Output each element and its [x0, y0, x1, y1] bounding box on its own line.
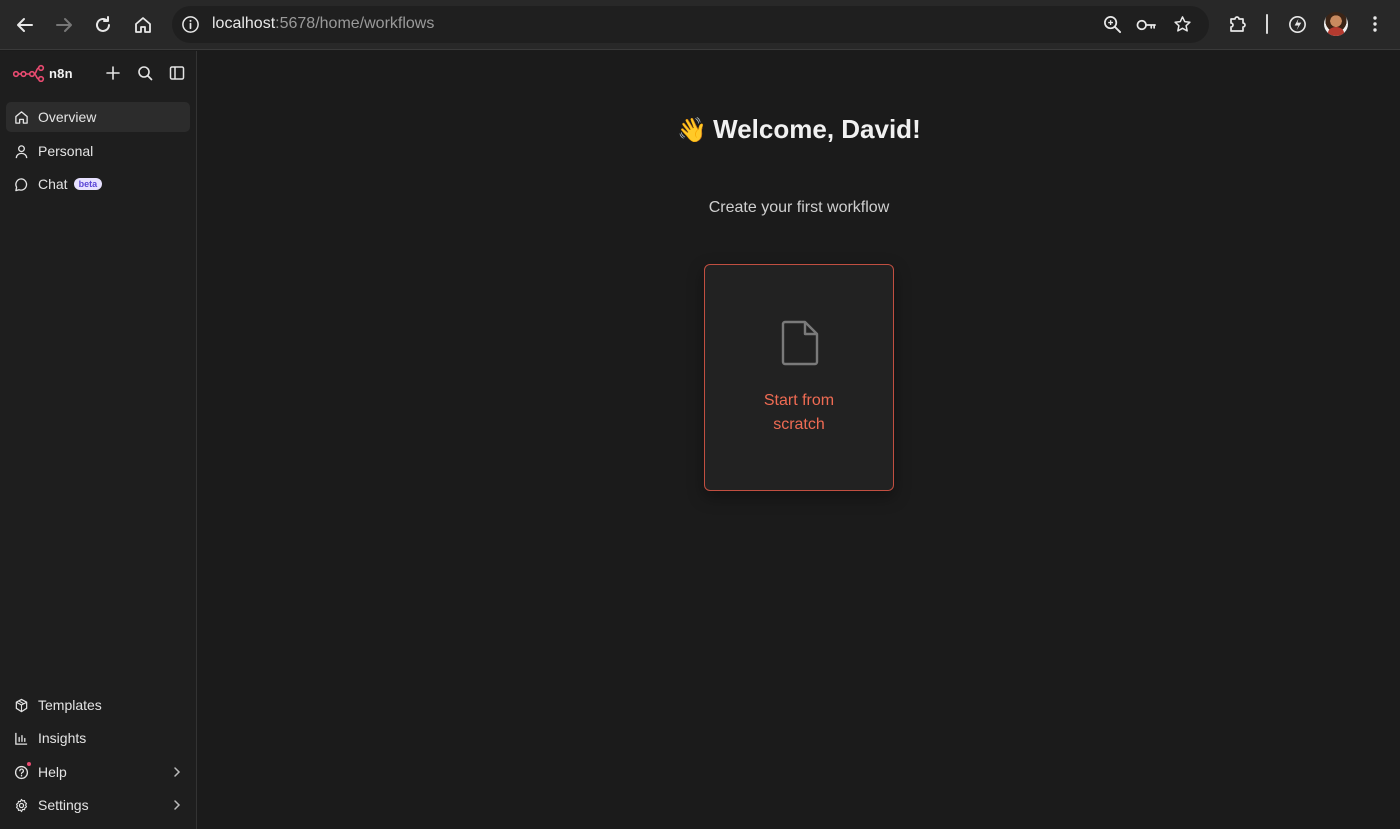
sidebar-item-label: Chat	[38, 176, 68, 192]
greeting-text: Welcome, David!	[713, 114, 921, 144]
sidebar-item-templates[interactable]: Templates	[6, 690, 190, 720]
app-name: n8n	[49, 65, 73, 81]
n8n-logo-icon	[13, 64, 45, 82]
reload-icon	[96, 16, 110, 32]
sidebar-item-chat[interactable]: Chat beta	[6, 169, 190, 199]
beta-badge: beta	[73, 178, 103, 190]
notification-dot	[27, 761, 31, 766]
arrow-left-icon	[17, 18, 33, 32]
star-icon	[1174, 16, 1191, 32]
url-path: :5678/home/workflows	[275, 15, 435, 32]
sidebar: n8n Overview Personal Chat beta Template…	[0, 51, 197, 829]
search-icon	[138, 66, 153, 81]
sidebar-item-personal[interactable]: Personal	[6, 136, 190, 166]
chevron-right-icon	[174, 800, 181, 810]
create-button[interactable]	[103, 63, 123, 83]
home-button[interactable]	[130, 12, 156, 38]
address-bar[interactable]: localhost:5678/home/workflows	[172, 6, 1209, 43]
sidebar-item-label: Insights	[38, 730, 87, 746]
templates-icon	[14, 698, 29, 713]
forward-button[interactable]	[51, 12, 77, 38]
sidebar-item-label: Help	[38, 764, 67, 780]
sidebar-item-label: Settings	[38, 797, 89, 813]
password-key-button[interactable]	[1136, 14, 1157, 35]
sidebar-item-settings[interactable]: Settings	[6, 790, 190, 820]
toolbar-divider	[1266, 14, 1268, 34]
sidebar-item-insights[interactable]: Insights	[6, 723, 190, 753]
zoom-button[interactable]	[1102, 14, 1123, 35]
gear-icon	[14, 798, 29, 813]
kebab-menu-icon	[1373, 16, 1377, 32]
insights-chart-icon	[14, 731, 29, 746]
home-icon	[14, 110, 29, 125]
sidebar-toggle-icon	[169, 66, 185, 80]
main-content: 👋 Welcome, David! Create your first workf…	[198, 51, 1400, 829]
arrow-right-icon	[56, 18, 72, 32]
page-title: 👋 Welcome, David!	[198, 114, 1400, 145]
start-from-scratch-card[interactable]: Start from scratch	[704, 264, 894, 491]
document-icon	[781, 320, 819, 366]
bookmark-button[interactable]	[1172, 14, 1193, 35]
help-circle-icon	[14, 761, 31, 780]
sidebar-item-help[interactable]: Help	[6, 757, 190, 787]
card-label-line1: Start from	[763, 392, 835, 409]
browser-toolbar: localhost:5678/home/workflows	[0, 0, 1400, 50]
performance-button[interactable]	[1285, 12, 1309, 36]
sidebar-item-label: Templates	[38, 697, 102, 713]
extensions-button[interactable]	[1226, 12, 1250, 36]
search-button[interactable]	[135, 63, 155, 83]
collapse-sidebar-button[interactable]	[167, 63, 187, 83]
reload-button[interactable]	[90, 12, 116, 38]
energy-saver-icon	[1288, 15, 1306, 33]
sidebar-item-label: Personal	[38, 143, 94, 159]
back-button[interactable]	[12, 12, 38, 38]
browser-menu-button[interactable]	[1363, 12, 1387, 36]
card-label-line2: scratch	[773, 416, 825, 433]
puzzle-icon	[1230, 16, 1246, 32]
site-info-icon[interactable]	[181, 15, 200, 34]
plus-icon	[106, 66, 120, 80]
profile-avatar[interactable]	[1324, 12, 1348, 36]
card-label: Start from scratch	[725, 389, 873, 437]
chevron-right-icon	[174, 767, 181, 777]
app-logo[interactable]: n8n	[13, 63, 73, 83]
zoom-icon	[1104, 16, 1122, 34]
waving-hand-emoji: 👋	[677, 117, 708, 144]
page-subtitle: Create your first workflow	[708, 199, 890, 216]
url-host: localhost	[212, 15, 276, 32]
url-text[interactable]: localhost:5678/home/workflows	[212, 15, 434, 33]
key-icon	[1136, 19, 1156, 30]
home-icon	[135, 17, 151, 33]
sidebar-item-label: Overview	[38, 109, 97, 125]
sidebar-item-overview[interactable]: Overview	[6, 102, 190, 132]
user-icon	[14, 144, 29, 159]
chat-bubble-icon	[14, 177, 29, 192]
